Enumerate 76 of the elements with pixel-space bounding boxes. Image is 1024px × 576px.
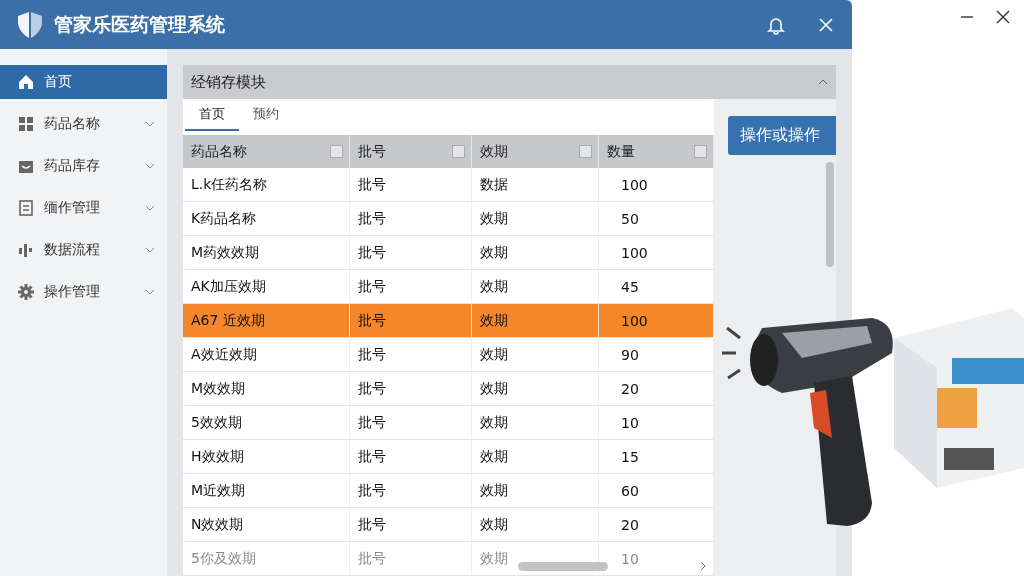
action-button[interactable]: 操作或操作 bbox=[728, 116, 836, 155]
tab[interactable]: 预约 bbox=[239, 105, 293, 131]
column-header[interactable]: 药品名称 bbox=[183, 135, 350, 168]
table-cell: 效期 bbox=[472, 474, 599, 508]
table-cell: 批号 bbox=[350, 542, 472, 576]
table-cell: 效期 bbox=[472, 202, 599, 236]
table-cell: 5你及效期 bbox=[183, 542, 350, 576]
table-cell: 批号 bbox=[350, 406, 472, 440]
column-title: 效期 bbox=[480, 142, 508, 161]
sidebar-item[interactable]: 药品名称 bbox=[0, 107, 167, 141]
table-cell: K药品名称 bbox=[183, 202, 350, 236]
document-icon bbox=[18, 200, 34, 216]
column-header[interactable]: 批号 bbox=[350, 135, 472, 168]
sidebar-item[interactable]: 数据流程 bbox=[0, 233, 167, 267]
table-cell: L.k任药名称 bbox=[183, 168, 350, 202]
sidebar-item[interactable]: 药品库存 bbox=[0, 149, 167, 183]
chevron-up-icon[interactable] bbox=[818, 79, 828, 85]
table-cell: A效近效期 bbox=[183, 338, 350, 372]
panel-title: 经销存模块 bbox=[191, 72, 266, 92]
table-cell: 批号 bbox=[350, 304, 472, 338]
table-cell: 批号 bbox=[350, 440, 472, 474]
table-cell: 效期 bbox=[472, 508, 599, 542]
tab[interactable]: 首页 bbox=[185, 105, 239, 131]
table-cell: 100 bbox=[599, 236, 714, 270]
table-cell: M近效期 bbox=[183, 474, 350, 508]
checkbox-icon[interactable] bbox=[452, 145, 465, 158]
table-cell: 10 bbox=[599, 406, 714, 440]
table-cell: 批号 bbox=[350, 202, 472, 236]
table-cell: A67 近效期 bbox=[183, 304, 350, 338]
table-cell: 效期 bbox=[472, 406, 599, 440]
column-title: 数量 bbox=[607, 142, 635, 161]
table-cell: 效期 bbox=[472, 440, 599, 474]
table-cell: 效期 bbox=[472, 338, 599, 372]
close-icon[interactable] bbox=[996, 10, 1010, 24]
table-cell: 20 bbox=[599, 508, 714, 542]
column-title: 批号 bbox=[358, 142, 386, 161]
table-cell: 100 bbox=[599, 304, 714, 338]
table-cell: 90 bbox=[599, 338, 714, 372]
home-icon bbox=[18, 74, 34, 90]
table-cell: 批号 bbox=[350, 508, 472, 542]
table-cell: 批号 bbox=[350, 474, 472, 508]
column-header[interactable]: 效期 bbox=[472, 135, 599, 168]
column-header[interactable]: 数量 bbox=[599, 135, 714, 168]
table-cell: 60 bbox=[599, 474, 714, 508]
chevron-right-icon[interactable] bbox=[700, 561, 706, 571]
table-cell: H效效期 bbox=[183, 440, 350, 474]
table-cell: 50 bbox=[599, 202, 714, 236]
checkbox-icon[interactable] bbox=[694, 145, 707, 158]
sidebar-item[interactable]: 缅作管理 bbox=[0, 191, 167, 225]
table-cell: 效期 bbox=[472, 304, 599, 338]
table-cell: 效期 bbox=[472, 372, 599, 406]
sidebar-item[interactable]: 操作管理 bbox=[0, 275, 167, 309]
table-cell: 15 bbox=[599, 440, 714, 474]
column-title: 药品名称 bbox=[191, 142, 247, 161]
sidebar-item[interactable]: 首页 bbox=[0, 65, 167, 99]
table-cell: 20 bbox=[599, 372, 714, 406]
checkbox-icon[interactable] bbox=[579, 145, 592, 158]
table-cell: 100 bbox=[599, 168, 714, 202]
table-cell: 批号 bbox=[350, 338, 472, 372]
table-cell: M药效效期 bbox=[183, 236, 350, 270]
settings-icon bbox=[18, 284, 34, 300]
checkbox-icon[interactable] bbox=[330, 145, 343, 158]
table-cell: 批号 bbox=[350, 236, 472, 270]
window-title: 管家乐医药管理系统 bbox=[54, 11, 226, 37]
table-cell: 批号 bbox=[350, 372, 472, 406]
table-cell: M效效期 bbox=[183, 372, 350, 406]
table-cell: 5效效期 bbox=[183, 406, 350, 440]
table-cell: 批号 bbox=[350, 168, 472, 202]
scrollbar-thumb[interactable] bbox=[826, 162, 834, 267]
table-cell: 效期 bbox=[472, 236, 599, 270]
bars-icon bbox=[18, 242, 34, 258]
table-cell: 数据 bbox=[472, 168, 599, 202]
tray-icon bbox=[18, 158, 34, 174]
grid-icon bbox=[18, 116, 34, 132]
scrollbar-thumb[interactable] bbox=[518, 561, 608, 571]
table-cell: N效效期 bbox=[183, 508, 350, 542]
